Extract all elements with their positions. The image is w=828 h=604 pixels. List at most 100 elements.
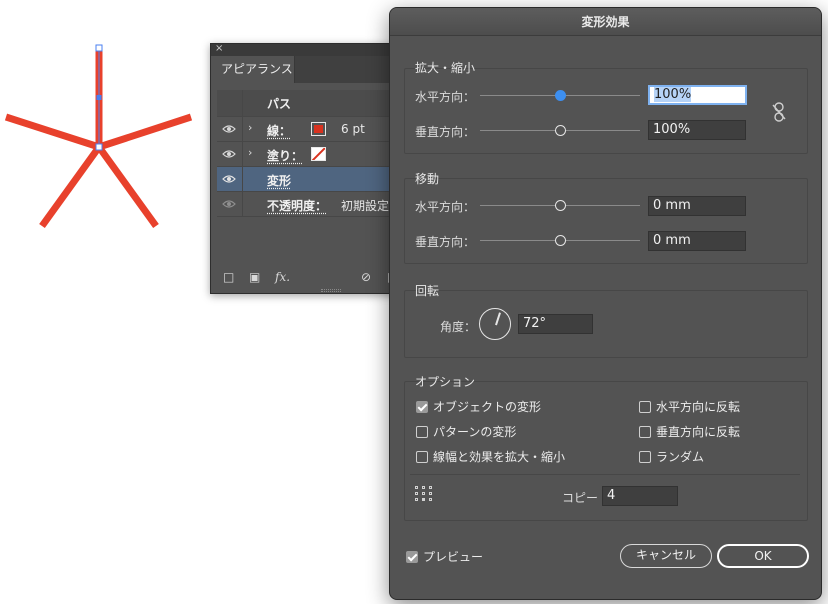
stroke-color-swatch[interactable] [311,122,326,136]
move-horizontal-label: 水平方向： [415,200,476,214]
tab-appearance[interactable]: アピアランス [211,56,295,83]
move-group [404,178,808,264]
move-group-title: 移動 [415,172,440,186]
stroke-weight-value[interactable]: 6 pt [341,122,365,136]
clear-icon[interactable]: ⊘ [361,270,371,284]
appearance-row-opacity[interactable]: 不透明度： 初期設定 [217,192,397,217]
reflect-x-checkbox[interactable] [639,401,651,413]
scale-vertical-slider-knob[interactable] [555,125,566,136]
path-label: パス [267,97,292,111]
options-divider [410,474,800,475]
transform-patterns-option[interactable]: パターンの変形 [416,423,516,440]
angle-value: 72° [523,316,547,331]
opacity-value: 初期設定 [341,199,390,213]
eye-icon[interactable] [222,149,236,159]
transform-objects-option[interactable]: オブジェクトの変形 [416,398,541,415]
copies-input[interactable]: 4 [602,486,678,506]
artwork-arm-right [97,113,193,151]
move-vertical-input[interactable]: 0 mm [648,231,746,251]
eye-icon[interactable] [222,199,236,209]
panel-tab-row: アピアランス [211,56,399,83]
appearance-row-path[interactable]: パス [217,90,397,117]
appearance-row-transform[interactable]: 変形 [217,167,397,192]
scale-strokes-checkbox[interactable] [416,451,428,463]
appearance-list: パス › 線： 6 pt › 塗り： 変形 不透明度： 初期設定 [217,90,397,217]
move-vertical-value: 0 mm [653,233,691,248]
transform-patterns-checkbox[interactable] [416,426,428,438]
move-horizontal-slider-knob[interactable] [555,200,566,211]
transform-effect-dialog: 変形効果 拡大・縮小 水平方向： 100% 垂直方向： 100% 移動 水平方向… [389,7,822,600]
rotate-group-title: 回転 [415,284,440,298]
ok-button[interactable]: OK [717,544,809,568]
appearance-row-fill[interactable]: › 塗り： [217,142,397,167]
reflect-y-option[interactable]: 垂直方向に反転 [639,423,740,440]
dialog-title: 変形効果 [390,8,821,36]
reflect-x-option[interactable]: 水平方向に反転 [639,398,740,415]
chevron-right-icon[interactable]: › [248,146,252,159]
move-vertical-label: 垂直方向： [415,235,476,249]
reflect-y-label: 垂直方向に反転 [656,425,741,439]
anchor-point-top [95,44,103,52]
column-divider [242,192,243,216]
add-stroke-icon[interactable]: □ [223,270,234,284]
chevron-right-icon[interactable]: › [248,121,252,134]
unlink-constrain-icon[interactable] [772,102,786,122]
scale-horizontal-slider-knob[interactable] [555,90,566,101]
eye-icon[interactable] [222,124,236,134]
add-fill-icon[interactable]: ▣ [249,270,260,284]
anchor-point-center [96,95,102,100]
opacity-label[interactable]: 不透明度： [267,197,327,214]
preview-checkbox[interactable] [406,551,418,563]
artwork-arm-left [4,113,101,151]
scale-horizontal-value: 100% [654,87,692,102]
random-checkbox[interactable] [639,451,651,463]
angle-dial-hand [495,312,501,326]
reflect-y-checkbox[interactable] [639,426,651,438]
scale-vertical-input[interactable]: 100% [648,120,746,140]
panel-titlebar[interactable]: × [211,42,399,56]
copies-label: コピー [562,491,599,505]
angle-input[interactable]: 72° [518,314,593,334]
scale-group-title: 拡大・縮小 [415,61,476,75]
move-horizontal-value: 0 mm [653,198,691,213]
column-divider [242,90,243,116]
column-divider [242,117,243,141]
angle-dial[interactable] [479,308,511,340]
column-divider [242,167,243,191]
eye-icon[interactable] [222,174,236,184]
fill-none-swatch[interactable] [311,147,326,161]
artwork-arm-bottom-left [39,144,102,229]
column-divider [242,142,243,166]
panel-bottom-toolbar: □ ▣ fx. ⊘ □ [211,267,399,287]
move-vertical-slider-knob[interactable] [555,235,566,246]
stroke-label[interactable]: 線： [267,122,291,139]
canvas-artwork[interactable] [0,0,205,240]
scale-horizontal-input[interactable]: 100% [648,85,747,105]
preview-label: プレビュー [423,550,484,564]
reflect-x-label: 水平方向に反転 [656,400,741,414]
scale-vertical-value: 100% [653,122,691,137]
resize-grip[interactable] [321,289,341,292]
cancel-button[interactable]: キャンセル [620,544,712,568]
scale-strokes-option[interactable]: 線幅と効果を拡大・縮小 [416,448,565,465]
random-option[interactable]: ランダム [639,448,704,465]
angle-label: 角度： [440,320,477,334]
random-label: ランダム [656,450,705,464]
appearance-row-stroke[interactable]: › 線： 6 pt [217,117,397,142]
transform-effect-label[interactable]: 変形 [267,172,291,189]
scale-group [404,68,808,154]
close-icon[interactable]: × [215,42,223,56]
transform-objects-checkbox[interactable] [416,401,428,413]
reference-point-icon[interactable] [415,486,435,504]
anchor-point-bottom [95,143,103,151]
fill-label[interactable]: 塗り： [267,147,303,164]
scale-horizontal-label: 水平方向： [415,90,476,104]
options-group-title: オプション [415,375,476,389]
appearance-panel: × アピアランス パス › 線： 6 pt › 塗り： 変形 不透明度： 初期設… [210,43,400,294]
fx-icon[interactable]: fx. [275,270,290,284]
move-horizontal-input[interactable]: 0 mm [648,196,746,216]
transform-objects-label: オブジェクトの変形 [433,400,542,414]
artwork-arm-bottom-right [96,144,159,229]
preview-option[interactable]: プレビュー [406,548,483,565]
copies-value: 4 [607,488,616,503]
